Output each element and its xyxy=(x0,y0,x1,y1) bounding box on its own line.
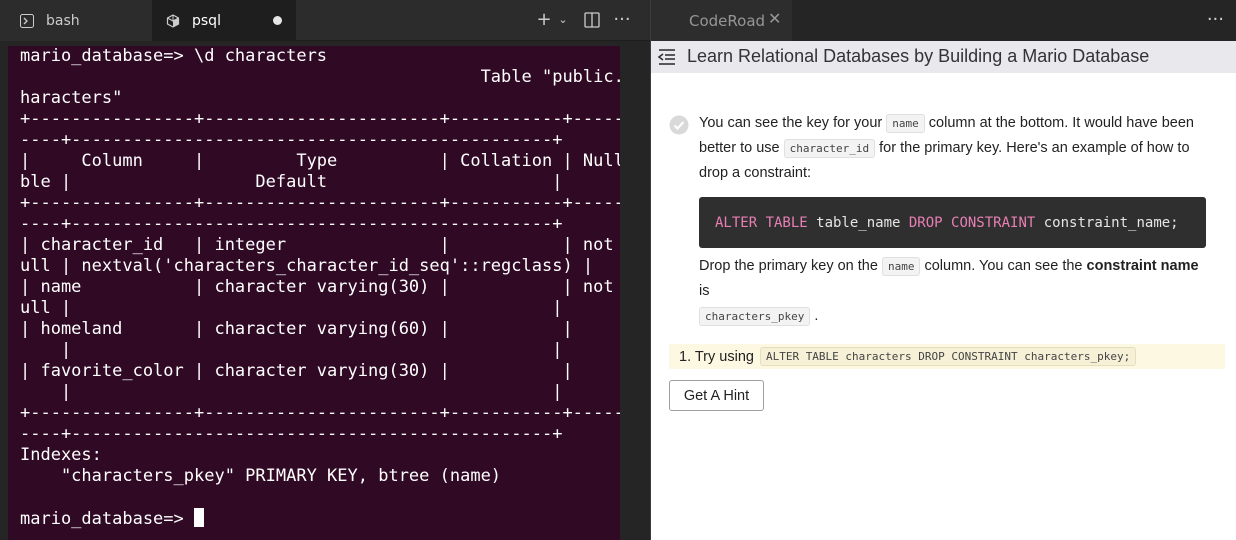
tab-bash[interactable]: bash xyxy=(0,0,152,41)
tab-psql-label: psql xyxy=(192,12,221,29)
close-icon[interactable]: ✕ xyxy=(768,11,784,27)
step-content: You can see the key for your name column… xyxy=(651,73,1236,540)
text: You can see the key for your xyxy=(699,115,887,131)
terminal-frame: mario_database=> \d characters Table "pu… xyxy=(0,41,650,540)
tab-coderoad-label: CodeRoad xyxy=(689,11,766,30)
task-item: 1. Try using ALTER TABLE characters DROP… xyxy=(669,344,1225,369)
text: Drop the primary key on the xyxy=(699,258,882,274)
tab-psql[interactable]: psql xyxy=(152,0,296,41)
code-text: table_name xyxy=(807,214,909,231)
coderoad-pane: CodeRoad ✕ ··· Learn Relational Database… xyxy=(651,0,1236,540)
cube-icon xyxy=(166,13,180,28)
text: is xyxy=(699,283,710,299)
terminal[interactable]: mario_database=> \d characters Table "pu… xyxy=(8,46,620,540)
unsaved-dot-icon[interactable] xyxy=(273,16,282,25)
inline-code-characters-pkey: characters_pkey xyxy=(699,307,811,326)
add-terminal-icon[interactable]: + xyxy=(534,10,554,30)
check-circle-icon xyxy=(669,115,689,135)
more-actions-icon[interactable]: ··· xyxy=(610,10,634,30)
split-terminal-icon[interactable] xyxy=(582,10,602,30)
chevron-down-icon[interactable]: ⌄ xyxy=(556,10,570,30)
terminal-pane: bash psql + ⌄ ··· mario_database=> \d ch… xyxy=(0,0,650,540)
step-description: You can see the key for your name column… xyxy=(699,111,1199,186)
step-instruction: Drop the primary key on the name column.… xyxy=(699,254,1199,329)
task-text: 1. Try using xyxy=(679,348,754,365)
tab-bash-label: bash xyxy=(46,12,80,29)
text: . xyxy=(810,308,819,324)
terminal-prompt: mario_database=> xyxy=(20,509,194,529)
terminal-lines: mario_database=> \d characters Table "pu… xyxy=(20,46,620,486)
get-hint-button[interactable]: Get A Hint xyxy=(669,380,764,411)
terminal-output: mario_database=> \d characters Table "pu… xyxy=(20,46,620,530)
inline-code-character-id: character_id xyxy=(783,139,876,158)
tutorial-header: Learn Relational Databases by Building a… xyxy=(651,41,1236,73)
coderoad-tab-bar: CodeRoad ✕ ··· xyxy=(651,0,1236,41)
code-text: constraint_name; xyxy=(1035,214,1179,231)
inline-code-name: name xyxy=(881,257,921,276)
inline-code-name: name xyxy=(886,114,925,133)
task-code: ALTER TABLE characters DROP CONSTRAINT c… xyxy=(759,347,1137,366)
code-keyword: DROP CONSTRAINT xyxy=(908,214,1036,231)
code-keyword: ALTER TABLE xyxy=(715,214,808,231)
window: bash psql + ⌄ ··· mario_database=> \d ch… xyxy=(0,0,1236,540)
terminal-icon xyxy=(20,13,34,28)
terminal-tab-bar: bash psql + ⌄ ··· xyxy=(0,0,650,41)
menu-icon[interactable] xyxy=(657,47,677,67)
terminal-cursor xyxy=(194,508,204,527)
more-actions-icon[interactable]: ··· xyxy=(1207,10,1224,30)
code-block: ALTER TABLE table_name DROP CONSTRAINT c… xyxy=(699,197,1206,248)
page-title: Learn Relational Databases by Building a… xyxy=(687,46,1150,66)
text: column. You can see the xyxy=(920,258,1087,274)
bold-text: constraint name xyxy=(1086,258,1199,274)
